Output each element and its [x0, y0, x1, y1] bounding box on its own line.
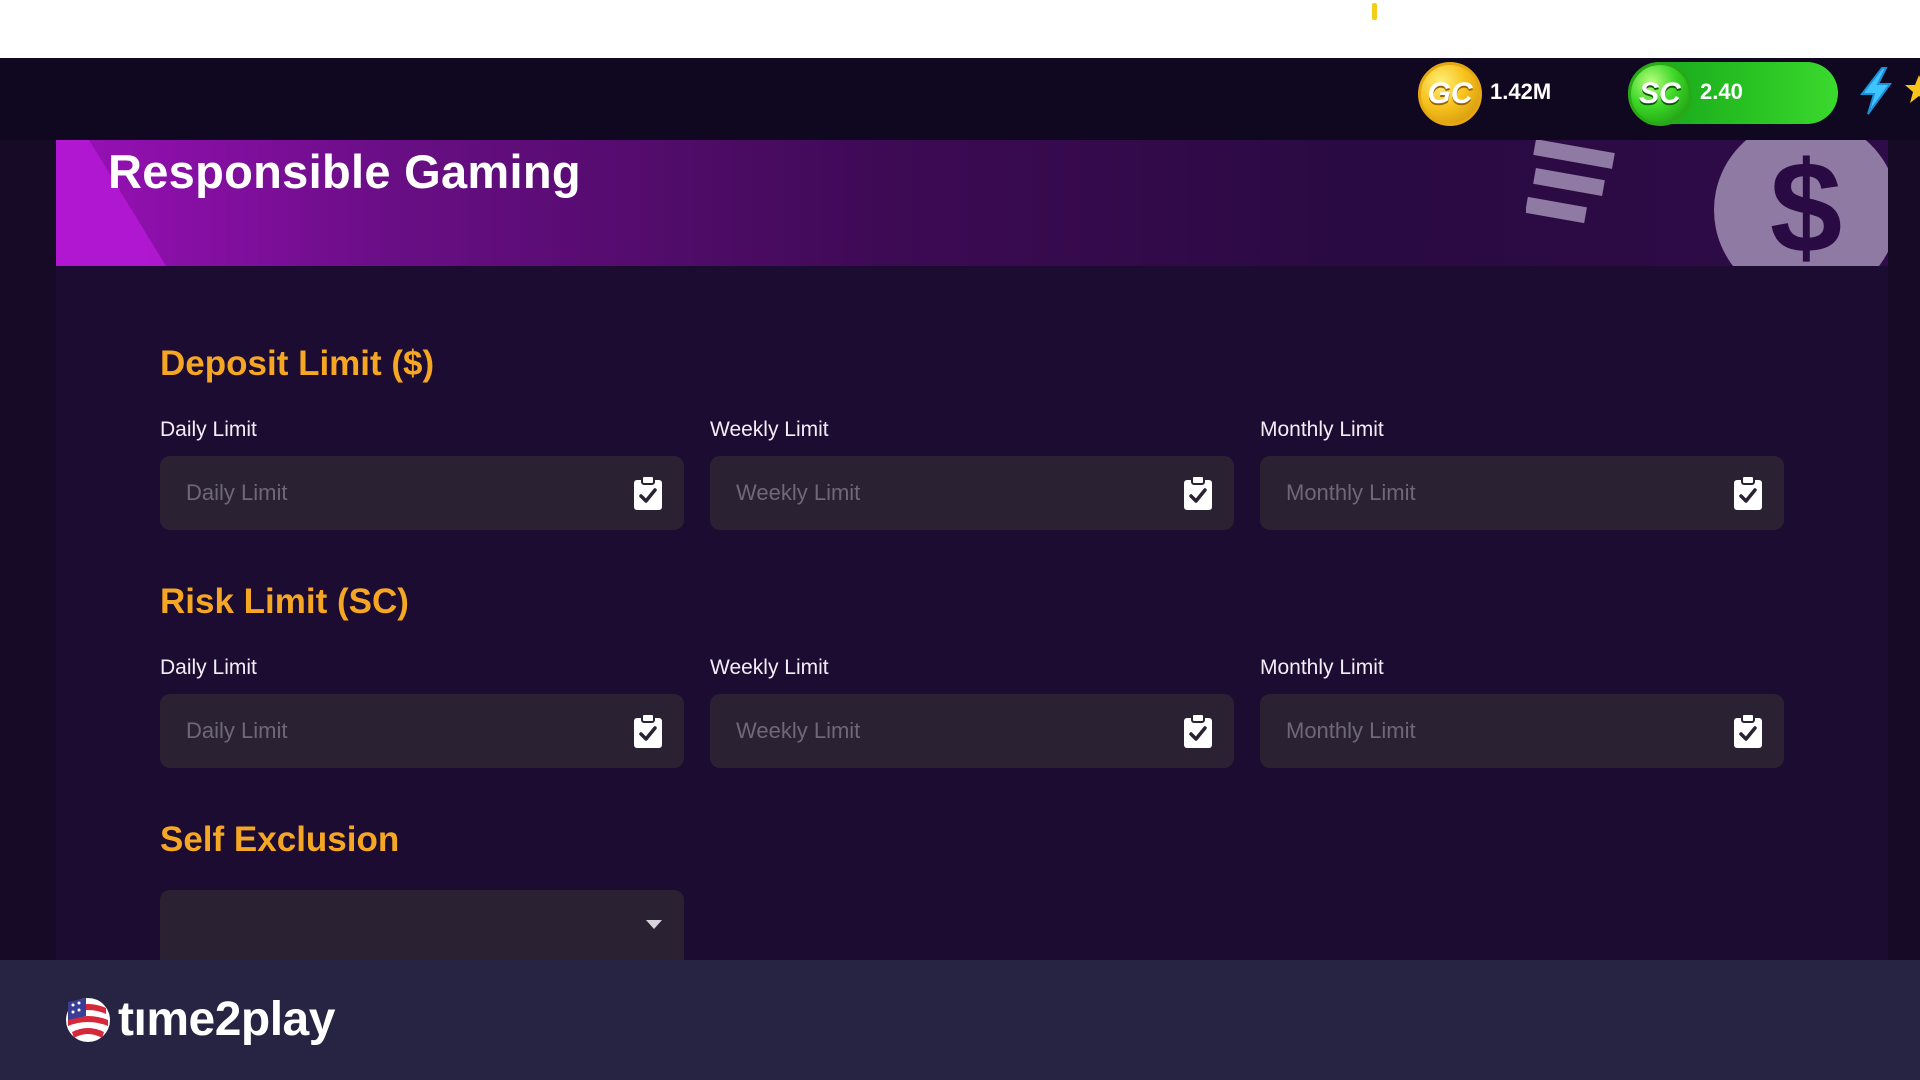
- page-title: Responsible Gaming: [108, 145, 581, 198]
- clipboard-check-icon[interactable]: [1732, 713, 1764, 749]
- risk-weekly-label: Weekly Limit: [710, 656, 829, 679]
- us-flag-logo-icon: [66, 998, 110, 1042]
- gc-coin-icon: GC: [1418, 62, 1482, 126]
- deposit-monthly-input[interactable]: [1260, 456, 1730, 530]
- self-exclusion-title: Self Exclusion: [160, 820, 400, 859]
- risk-weekly-field[interactable]: [710, 694, 1234, 768]
- svg-text:$: $: [1770, 140, 1842, 266]
- risk-monthly-label: Monthly Limit: [1260, 656, 1384, 679]
- self-exclusion-select[interactable]: [160, 890, 684, 960]
- clipboard-check-icon[interactable]: [632, 713, 664, 749]
- deposit-weekly-input[interactable]: [710, 456, 1180, 530]
- app-window: GC 1.42M SC 2.40 Responsible Gaming $ De…: [0, 58, 1920, 960]
- clipboard-check-icon[interactable]: [1732, 475, 1764, 511]
- sc-balance[interactable]: SC 2.40: [1628, 62, 1838, 126]
- clipboard-check-icon[interactable]: [632, 475, 664, 511]
- deposit-daily-field[interactable]: [160, 456, 684, 530]
- clipboard-check-icon[interactable]: [1182, 713, 1214, 749]
- top-strip: [0, 0, 1920, 58]
- deposit-daily-input[interactable]: [160, 456, 630, 530]
- deposit-monthly-label: Monthly Limit: [1260, 418, 1384, 441]
- dollar-coin-icon: $: [1526, 140, 1888, 266]
- risk-monthly-field[interactable]: [1260, 694, 1784, 768]
- risk-limit-title: Risk Limit (SC): [160, 582, 409, 621]
- chevron-down-icon[interactable]: [646, 920, 662, 929]
- scroll-indicator: [1372, 3, 1377, 20]
- risk-daily-field[interactable]: [160, 694, 684, 768]
- sc-balance-value: 2.40: [1700, 79, 1743, 104]
- gc-balance[interactable]: GC 1.42M: [1418, 62, 1638, 126]
- lightning-bolt-icon[interactable]: [1856, 66, 1896, 116]
- clipboard-check-icon[interactable]: [1182, 475, 1214, 511]
- risk-weekly-input[interactable]: [710, 694, 1180, 768]
- sc-coin-icon: SC: [1628, 62, 1692, 126]
- watermark-footer: tıme2play: [0, 960, 1920, 1080]
- deposit-monthly-field[interactable]: [1260, 456, 1784, 530]
- deposit-limit-title: Deposit Limit ($): [160, 344, 435, 383]
- risk-monthly-input[interactable]: [1260, 694, 1730, 768]
- deposit-weekly-field[interactable]: [710, 456, 1234, 530]
- app-header: GC 1.42M SC 2.40: [0, 58, 1920, 140]
- risk-daily-input[interactable]: [160, 694, 630, 768]
- deposit-weekly-label: Weekly Limit: [710, 418, 829, 441]
- deposit-daily-label: Daily Limit: [160, 418, 257, 441]
- risk-daily-label: Daily Limit: [160, 656, 257, 679]
- gc-balance-value: 1.42M: [1490, 79, 1552, 104]
- page-banner: Responsible Gaming $: [56, 140, 1888, 266]
- star-icon[interactable]: [1904, 74, 1920, 104]
- brand-wordmark: tıme2play: [118, 993, 335, 1046]
